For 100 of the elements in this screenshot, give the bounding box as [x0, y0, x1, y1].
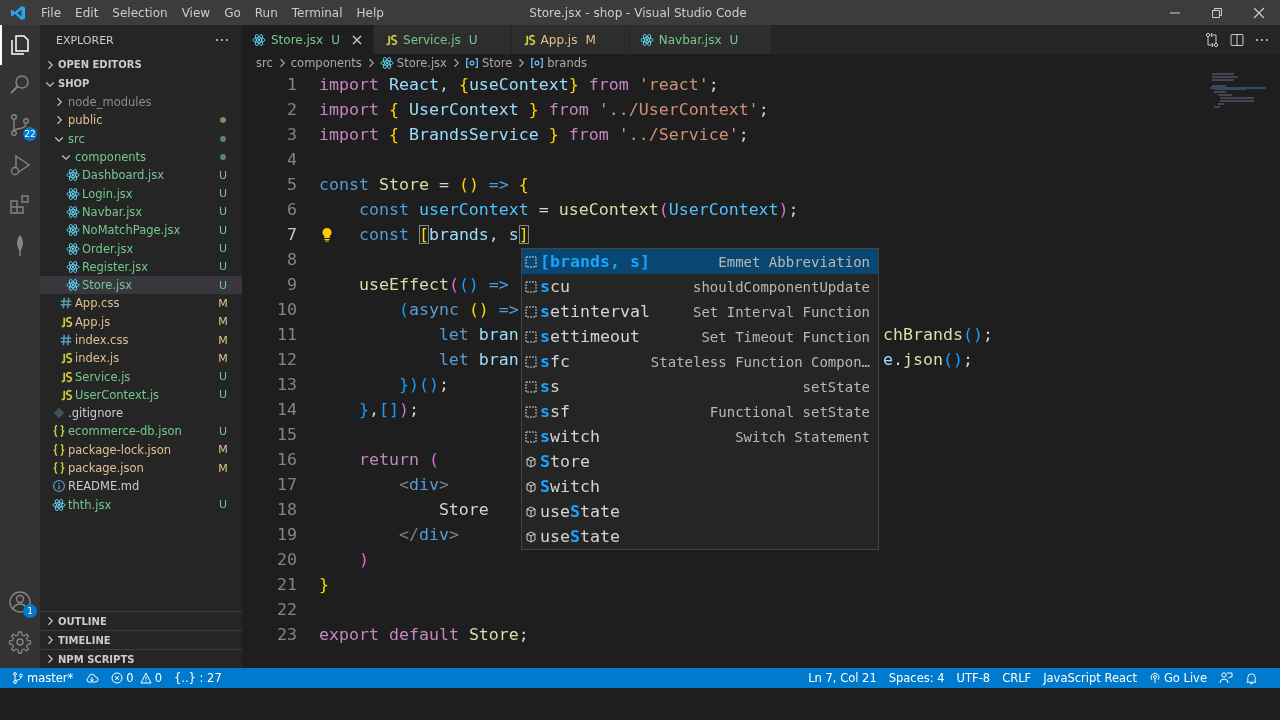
hash-icon: [59, 333, 73, 347]
editor-tab[interactable]: Navbar.jsx U: [629, 25, 773, 54]
suggestion-item[interactable]: useState: [522, 524, 878, 549]
tree-item[interactable]: App.css M: [40, 294, 242, 313]
line-number: 8: [286, 249, 297, 271]
breadcrumb[interactable]: brands: [530, 56, 587, 70]
tree-item[interactable]: components: [40, 147, 242, 167]
compare-icon[interactable]: [1204, 31, 1220, 48]
settings-icon[interactable]: [8, 630, 32, 654]
menu-item[interactable]: View: [174, 3, 218, 22]
suggestion-item[interactable]: settimeout Set Timeout Function: [522, 324, 878, 349]
bell-icon[interactable]: [1245, 671, 1258, 685]
lightbulb-icon[interactable]: [320, 227, 334, 242]
suggestion-item[interactable]: useState: [522, 499, 878, 524]
branch-indicator[interactable]: master*: [6, 671, 80, 685]
breadcrumb[interactable]: Store.jsx: [379, 56, 447, 70]
account-icon[interactable]: [8, 590, 32, 614]
run-debug-icon[interactable]: [8, 153, 32, 177]
status-item[interactable]: UTF-8: [950, 671, 997, 685]
tree-item[interactable]: Navbar.jsx U: [40, 202, 242, 222]
extensions-icon[interactable]: [8, 193, 32, 217]
section-header[interactable]: TIMELINE: [40, 630, 242, 649]
line-number: 11: [276, 324, 297, 346]
status-item[interactable]: JavaScript React: [1037, 671, 1143, 685]
files-icon[interactable]: [8, 33, 32, 57]
js-file-icon: [59, 387, 73, 402]
line-number: 16: [276, 449, 297, 471]
line-number: 10: [276, 299, 297, 321]
breadcrumb[interactable]: components: [290, 56, 362, 70]
status-item[interactable]: CRLF: [996, 671, 1038, 685]
tree-item[interactable]: src: [40, 129, 242, 148]
split-editor-icon[interactable]: [1229, 31, 1245, 48]
editor-tab[interactable]: Service.js U: [374, 25, 512, 54]
suggestion-item[interactable]: [brands, s] Emmet Abbreviation: [522, 249, 878, 274]
suggestion-item[interactable]: setinterval Set Interval Function: [522, 299, 878, 324]
js-file-icon: [59, 314, 73, 329]
code-fragment: chBrands();: [883, 324, 993, 346]
suggestion-item[interactable]: Switch: [522, 474, 878, 499]
menu-item[interactable]: Go: [217, 3, 248, 22]
snippet-icon: [524, 254, 538, 269]
code-line: import { BrandsService } from '../Service';: [319, 124, 749, 146]
menu-item[interactable]: Selection: [105, 3, 175, 22]
suggestion-item[interactable]: scu shouldComponentUpdate: [522, 274, 878, 299]
editor-tab[interactable]: App.js M: [511, 25, 630, 54]
status-item[interactable]: Ln 7, Col 21: [802, 671, 883, 685]
tree-item[interactable]: package.json M: [40, 458, 242, 478]
menu-item[interactable]: Run: [247, 3, 285, 22]
tree-item[interactable]: Service.js U: [40, 367, 242, 386]
menu-item[interactable]: File: [34, 3, 69, 22]
cloud-icon[interactable]: [85, 672, 100, 684]
symbol-icon: [530, 56, 545, 70]
tree-item[interactable]: README.md: [40, 477, 242, 496]
breadcrumb[interactable]: Store: [464, 56, 513, 70]
section-header[interactable]: OUTLINE: [40, 611, 242, 630]
tree-item[interactable]: UserContext.js U: [40, 385, 242, 405]
suggestion-item[interactable]: switch Switch Statement: [522, 424, 878, 449]
section-header[interactable]: OPEN EDITORS: [40, 55, 242, 74]
tree-item[interactable]: ecommerce-db.json U: [40, 422, 242, 441]
menu-item[interactable]: Edit: [68, 3, 106, 22]
tree-item[interactable]: Dashboard.jsx U: [40, 166, 242, 185]
tree-item[interactable]: App.js M: [40, 312, 242, 331]
section-header[interactable]: SHOP: [40, 74, 242, 93]
suggestion-item[interactable]: ssf Functional setState: [522, 399, 878, 424]
line-number: 5: [286, 174, 297, 196]
tree-item[interactable]: node_modules: [40, 93, 242, 112]
line-number: 9: [286, 274, 297, 296]
snippet-icon: [524, 404, 538, 419]
react-icon: [639, 32, 654, 47]
tree-item[interactable]: Store.jsx U: [40, 275, 242, 295]
editor-tab[interactable]: Store.jsx U: [242, 25, 374, 54]
line-number: 13: [276, 374, 297, 396]
feedback-icon[interactable]: [1219, 671, 1233, 685]
status-item[interactable]: {..} : 27: [167, 671, 228, 685]
tree-item[interactable]: .gitignore: [40, 404, 242, 423]
line-number: 2: [286, 99, 297, 121]
code-fragment: e.json();: [883, 349, 973, 371]
close-icon[interactable]: [351, 33, 363, 46]
tree-item[interactable]: Register.jsx U: [40, 257, 242, 276]
tree-item[interactable]: public: [40, 111, 242, 130]
tree-item[interactable]: Login.jsx U: [40, 184, 242, 203]
suggestion-item[interactable]: sfc Stateless Function Compon…: [522, 349, 878, 374]
tree-item[interactable]: thth.jsx U: [40, 495, 242, 514]
tree-item[interactable]: index.js M: [40, 349, 242, 368]
suggestion-item[interactable]: ss setState: [522, 374, 878, 399]
line-number: 14: [276, 399, 297, 421]
react-icon: [66, 204, 80, 219]
breadcrumb[interactable]: src: [256, 56, 273, 70]
tree-item[interactable]: NoMatchPage.jsx U: [40, 221, 242, 240]
code-line: }: [319, 574, 329, 596]
problems-indicator[interactable]: 0 0: [105, 671, 168, 685]
code-line: })();: [397, 374, 449, 396]
line-number: 23: [276, 624, 297, 646]
menu-item[interactable]: Terminal: [284, 3, 350, 22]
suggestion-item[interactable]: Store: [522, 449, 878, 474]
tree-item[interactable]: index.css M: [40, 330, 242, 350]
menu-item[interactable]: Help: [349, 3, 391, 22]
tree-item[interactable]: package-lock.json M: [40, 440, 242, 459]
tree-item[interactable]: Order.jsx U: [40, 239, 242, 258]
status-item[interactable]: Spaces: 4: [882, 671, 951, 685]
go-live-button[interactable]: Go Live: [1142, 671, 1213, 685]
